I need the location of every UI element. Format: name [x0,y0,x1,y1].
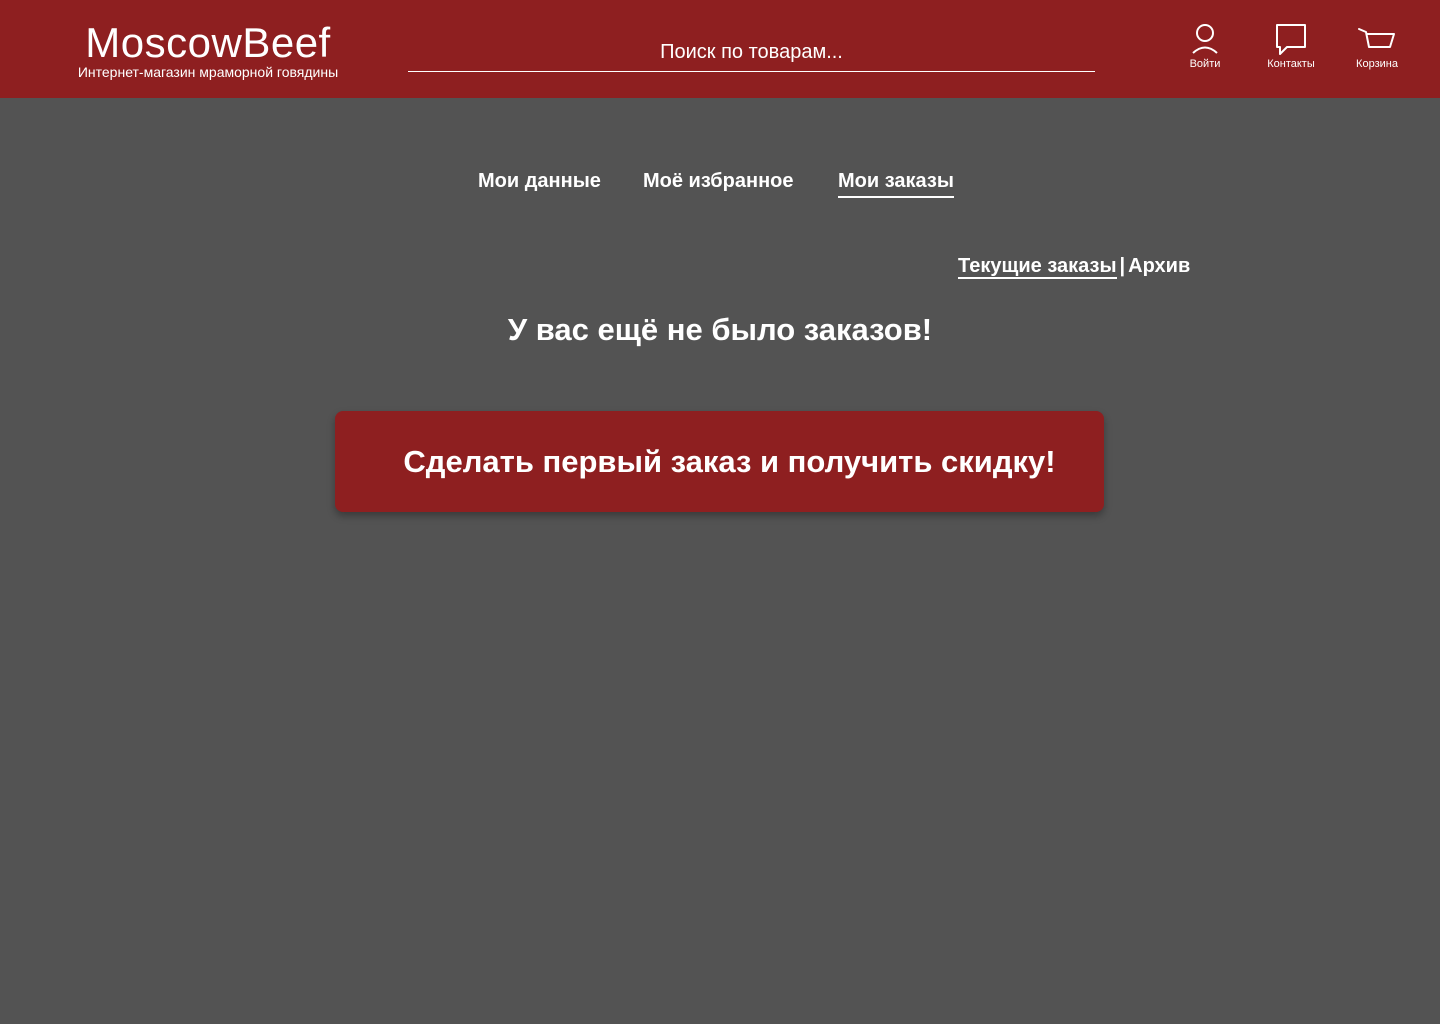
cart-label: Корзина [1356,58,1398,70]
contacts-button[interactable]: Контакты [1251,20,1331,71]
first-order-button[interactable]: Сделать первый заказ и получить скидку! [335,411,1104,512]
orders-filter: Текущие заказы | Архив [958,253,1190,279]
contacts-label: Контакты [1267,58,1315,70]
empty-orders-message: У вас ещё не было заказов! [507,312,933,347]
brand-title: MoscowBeef [85,19,331,66]
filter-separator: | [1119,255,1126,277]
cart-button[interactable]: Корзина [1337,20,1417,71]
archive-link[interactable]: Архив [1128,255,1190,277]
cart-icon [1337,20,1417,58]
tab-my-data[interactable]: Мои данные [478,168,601,196]
tab-my-orders[interactable]: Мои заказы [838,168,954,198]
current-orders-link[interactable]: Текущие заказы [958,255,1117,279]
account-tabs: Мои данные Моё избранное Мои заказы [0,168,1440,202]
brand-tagline: Интернет-магазин мраморной говядины [77,64,339,80]
brand-logo[interactable]: MoscowBeef Интернет-магазин мраморной го… [57,18,359,80]
login-label: Войти [1189,58,1221,70]
search-bar [408,34,1095,72]
tab-favorites[interactable]: Моё избранное [643,168,794,196]
search-input[interactable] [408,34,1095,71]
user-icon [1165,20,1245,58]
site-header: MoscowBeef Интернет-магазин мраморной го… [0,0,1440,98]
login-button[interactable]: Войти [1165,20,1245,71]
chat-bubble-icon [1251,20,1331,58]
